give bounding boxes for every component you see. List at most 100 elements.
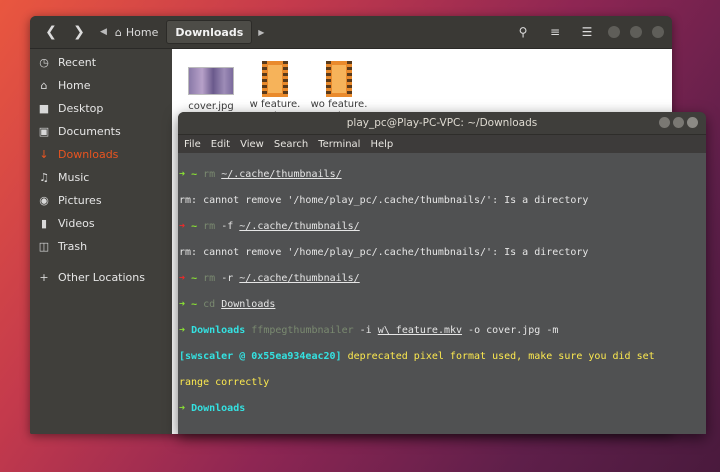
breadcrumb-home[interactable]: ⌂ Home [107,21,166,43]
terminal-window-controls [659,117,698,128]
download-icon: ↓ [39,148,49,161]
log-source: [swscaler @ 0x55ea934eac20] [179,351,342,362]
video-icon: ▮ [40,217,48,230]
prompt-arrow: ➜ [179,273,186,284]
video-file-icon [326,61,352,97]
terminal-line: rm: cannot remove '/home/play_pc/.cache/… [179,195,589,206]
chevron-left-icon: ❮ [45,24,57,40]
terminal-line: range correctly [179,377,270,388]
camera-icon: ◉ [39,194,49,207]
sidebar-item-recent[interactable]: ◷ Recent [30,51,172,74]
menu-icon[interactable]: ☰ [576,25,598,39]
sidebar-item-music[interactable]: ♫ Music [30,166,172,189]
prompt-arrow: ➜ [179,299,186,310]
command-arg: ~/.cache/thumbnails/ [239,273,360,284]
video-file-icon [262,61,288,97]
image-thumbnail [188,67,234,95]
view-options-icon[interactable]: ≡ [544,25,566,39]
sidebar-item-label: Pictures [58,194,102,207]
sidebar-item-label: Documents [58,125,121,138]
terminal-line: rm: cannot remove '/home/play_pc/.cache/… [179,247,589,258]
terminal-line: ➜ ~ rm -r ~/.cache/thumbnails/ [179,272,706,285]
minimize-button[interactable] [659,117,670,128]
file-item-cover-jpg[interactable]: cover.jpg [176,61,246,113]
close-button[interactable] [687,117,698,128]
command-flag: -o cover.jpg -m [462,325,559,336]
sidebar-item-label: Music [58,171,90,184]
header-actions: ⚲ ≡ ☰ [512,25,672,39]
sidebar-item-trash[interactable]: ◫ Trash [30,235,172,258]
document-icon: ▣ [38,125,50,138]
sidebar-item-label: Recent [58,56,97,69]
chevron-right-icon: ❯ [73,24,85,40]
terminal-window: play_pc@Play-PC-VPC: ~/Downloads File Ed… [178,112,706,434]
back-button[interactable]: ❮ [38,20,64,44]
terminal-menubar: File Edit View Search Terminal Help [178,135,706,153]
terminal-line: [swscaler @ 0x55ea934eac20] deprecated p… [179,350,706,363]
command: cd [203,299,216,310]
prompt-tilde: ~ [191,299,198,310]
command: ffmpegthumbnailer [251,325,354,336]
terminal-title: play_pc@Play-PC-VPC: ~/Downloads [346,117,538,129]
menu-file[interactable]: File [184,139,201,150]
command-flag: -f [221,221,234,232]
sidebar-item-desktop[interactable]: ■ Desktop [30,97,172,120]
command-arg: w\ feature.mkv [377,325,463,336]
menu-edit[interactable]: Edit [211,139,230,150]
maximize-button[interactable] [673,117,684,128]
folder-icon: ■ [38,102,50,115]
command: rm [203,169,216,180]
prompt-tilde: ~ [191,169,198,180]
terminal-line: ➜ Downloads [179,402,706,415]
sidebar-item-home[interactable]: ⌂ Home [30,74,172,97]
path-left-arrow-icon[interactable]: ◀ [100,27,107,37]
breadcrumb-current[interactable]: Downloads [166,20,253,44]
file-manager-header: ❮ ❯ ◀ ⌂ Home Downloads ▶ ⚲ ≡ ☰ [30,16,672,49]
maximize-button[interactable] [630,26,642,38]
menu-search[interactable]: Search [274,139,308,150]
prompt-directory: Downloads [191,325,246,336]
prompt-arrow: ➜ [179,403,186,414]
search-icon[interactable]: ⚲ [512,25,534,39]
forward-button[interactable]: ❯ [66,20,92,44]
menu-view[interactable]: View [240,139,264,150]
prompt-arrow: ➜ [179,325,186,336]
terminal-output[interactable]: ➜ ~ rm ~/.cache/thumbnails/ rm: cannot r… [178,153,706,434]
menu-help[interactable]: Help [370,139,393,150]
music-icon: ♫ [39,171,49,184]
log-message: deprecated pixel format used, make sure … [341,351,655,362]
plus-icon: + [39,271,49,284]
terminal-titlebar[interactable]: play_pc@Play-PC-VPC: ~/Downloads [178,112,706,135]
command: rm [203,273,216,284]
prompt-tilde: ~ [191,221,198,232]
sidebar-item-downloads[interactable]: ↓ Downloads [30,143,172,166]
sidebar-item-videos[interactable]: ▮ Videos [30,212,172,235]
close-button[interactable] [652,26,664,38]
menu-terminal[interactable]: Terminal [318,139,360,150]
terminal-line: ➜ Downloads ffmpegthumbnailer -i w\ feat… [179,324,706,337]
sidebar-separator [30,258,172,266]
prompt-arrow: ➜ [179,169,186,180]
terminal-line: ➜ ~ rm -f ~/.cache/thumbnails/ [179,220,706,233]
sidebar-item-label: Trash [58,240,88,253]
breadcrumb-home-label: Home [125,25,159,39]
breadcrumb-current-label: Downloads [175,25,244,39]
command-arg: ~/.cache/thumbnails/ [221,169,342,180]
minimize-button[interactable] [608,26,620,38]
clock-icon: ◷ [39,56,49,69]
prompt-directory: Downloads [191,403,246,414]
trash-icon: ◫ [38,240,50,253]
sidebar-item-label: Downloads [58,148,119,161]
path-right-arrow-icon[interactable]: ▶ [258,28,264,37]
sidebar-item-other-locations[interactable]: + Other Locations [30,266,172,289]
sidebar-item-documents[interactable]: ▣ Documents [30,120,172,143]
sidebar-item-pictures[interactable]: ◉ Pictures [30,189,172,212]
sidebar-item-label: Home [58,79,91,92]
sidebar-item-label: Other Locations [58,271,145,284]
command-arg: Downloads [221,299,276,310]
prompt-tilde: ~ [191,273,198,284]
command-arg: ~/.cache/thumbnails/ [239,221,360,232]
sidebar-item-label: Videos [58,217,95,230]
sidebar-item-label: Desktop [58,102,104,115]
command: rm [203,221,216,232]
